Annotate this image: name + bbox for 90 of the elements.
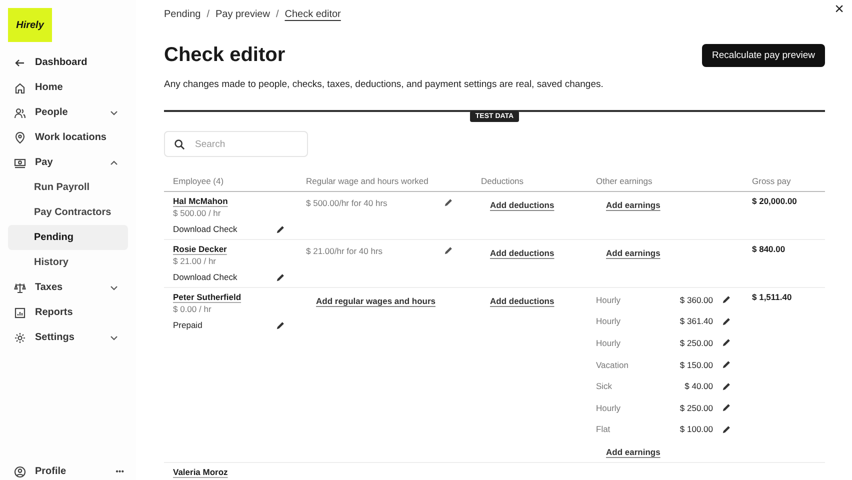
banknote-icon xyxy=(14,156,26,168)
check-status: Download Check xyxy=(173,272,238,282)
sidebar-item[interactable]: Settings xyxy=(8,325,128,350)
add-wages-link[interactable]: Add regular wages and hours xyxy=(316,296,436,306)
employee-name-link[interactable]: Peter Sutherfield xyxy=(173,292,242,302)
page-title: Check editor xyxy=(164,44,286,67)
column-header: Regular wage and hours worked xyxy=(305,176,430,188)
pencil-icon[interactable] xyxy=(722,316,731,326)
pencil-icon[interactable] xyxy=(444,198,453,207)
sidebar-item[interactable]: Taxes xyxy=(8,275,128,300)
pencil-icon[interactable] xyxy=(722,403,731,412)
breadcrumb-separator: / xyxy=(206,9,210,22)
close-button[interactable]: × xyxy=(834,1,844,19)
earning-type: Hourly xyxy=(596,338,622,348)
column-header: Gross pay xyxy=(751,176,792,188)
earning-amount: $ 360.00 xyxy=(678,294,713,305)
person-circle-icon xyxy=(14,466,26,478)
gross-pay: $ 840.00 xyxy=(752,244,786,254)
pencil-icon[interactable] xyxy=(276,224,285,234)
employee-name-link[interactable]: Hal McMahon xyxy=(173,196,228,206)
earning-type: Hourly xyxy=(596,294,622,305)
pencil-icon[interactable] xyxy=(722,360,731,370)
pencil-icon[interactable] xyxy=(444,246,453,255)
pencil-icon[interactable] xyxy=(722,295,731,304)
add-deductions-link[interactable]: Add deductions xyxy=(490,248,554,258)
add-earnings-link[interactable]: Add earnings xyxy=(606,447,660,458)
page-description: Any changes made to people, checks, taxes, deductions, and payment settings are real, saved changes. xyxy=(164,79,604,90)
sidebar-subitem[interactable]: Run Payroll xyxy=(8,175,128,200)
employee-name-link[interactable]: Rosie Decker xyxy=(173,244,227,254)
recalculate-button[interactable]: Recalculate pay preview xyxy=(702,44,825,67)
pencil-icon[interactable] xyxy=(722,338,731,348)
column-header: Employee (4) xyxy=(172,176,225,188)
earning-type: Hourly xyxy=(596,316,622,326)
sidebar-item[interactable]: Home xyxy=(8,75,128,100)
earning-amount: $ 361.40 xyxy=(678,316,713,326)
sidebar-subitem[interactable]: History xyxy=(8,250,128,275)
hourly-rate: $ 21.00 / hr xyxy=(173,256,218,266)
sidebar-subitem[interactable]: Pending xyxy=(8,225,128,250)
earning-type: Flat xyxy=(596,424,612,434)
pencil-icon[interactable] xyxy=(276,320,285,330)
chevron-down-icon xyxy=(110,334,118,342)
earning-type: Vacation xyxy=(596,360,630,370)
earning-amount: $ 250.00 xyxy=(678,338,713,348)
pencil-icon[interactable] xyxy=(722,424,731,434)
check-status: Download Check xyxy=(173,224,238,234)
add-earnings-link[interactable]: Add earnings xyxy=(606,200,660,210)
pencil-icon[interactable] xyxy=(276,272,285,282)
search-field[interactable]: Search xyxy=(164,131,308,157)
earning-type: Hourly xyxy=(596,402,622,413)
gross-pay: $ 20,000.00 xyxy=(752,196,798,206)
sidebar-item[interactable]: Pay xyxy=(8,150,128,175)
column-header: Other earnings xyxy=(595,176,654,188)
earning-amount: $ 150.00 xyxy=(678,360,713,370)
add-earnings-link[interactable]: Add earnings xyxy=(606,248,660,258)
location-pin-icon xyxy=(14,132,26,144)
back-arrow-icon xyxy=(14,56,26,68)
people-icon xyxy=(14,106,26,118)
check-status: Prepaid xyxy=(173,320,202,330)
add-deductions-link[interactable]: Add deductions xyxy=(490,200,554,210)
sidebar-item[interactable]: People xyxy=(8,100,128,125)
breadcrumb-separator: / xyxy=(276,9,279,22)
chart-icon xyxy=(14,306,26,318)
hourly-rate: $ 500.00 / hr xyxy=(173,208,222,218)
earning-amount: $ 40.00 xyxy=(684,381,713,392)
sidebar-item[interactable]: Reports xyxy=(8,300,128,325)
profile-link[interactable]: Profile xyxy=(8,459,72,480)
earning-amount: $ 250.00 xyxy=(678,402,713,413)
more-button[interactable]: ••• xyxy=(112,467,128,476)
sidebar-item[interactable]: Work locations xyxy=(8,125,128,150)
wage-value: $ 500.00/hr for 40 hrs xyxy=(306,198,388,208)
sidebar-subitem[interactable]: Pay Contractors xyxy=(8,200,128,225)
chevron-down-icon xyxy=(110,108,118,116)
breadcrumb-link[interactable]: Check editor xyxy=(284,9,341,25)
hourly-rate: $ 0.00 / hr xyxy=(173,304,212,314)
scales-icon xyxy=(14,282,26,294)
earning-type: Sick xyxy=(596,381,614,392)
gross-pay: $ 1,511.40 xyxy=(752,292,793,302)
add-deductions-link[interactable]: Add deductions xyxy=(490,296,554,306)
home-icon xyxy=(14,82,26,94)
employee-name-link[interactable]: Valeria Moroz xyxy=(173,467,228,478)
breadcrumb-link[interactable]: Pay preview xyxy=(215,9,270,25)
breadcrumb-link[interactable]: Pending xyxy=(164,9,201,25)
logo[interactable]: Hirely xyxy=(8,8,52,42)
chevron-down-icon xyxy=(110,284,118,292)
pencil-icon[interactable] xyxy=(722,382,731,391)
column-header: Deductions xyxy=(480,176,525,188)
chevron-up-icon xyxy=(110,158,118,166)
wage-value: $ 21.00/hr for 40 hrs xyxy=(306,246,383,256)
back-link[interactable]: Dashboard xyxy=(8,50,128,75)
earning-amount: $ 100.00 xyxy=(678,424,713,434)
